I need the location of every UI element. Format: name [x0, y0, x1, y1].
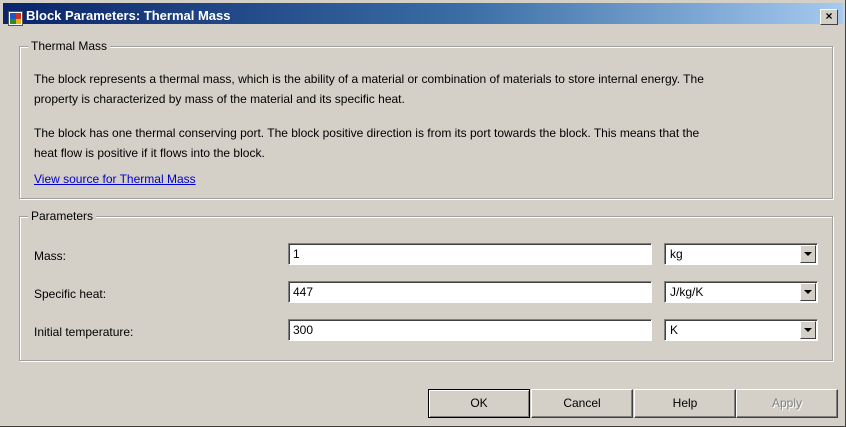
window-title: Block Parameters: Thermal Mass	[26, 8, 231, 23]
specific-heat-value: 447	[293, 285, 314, 299]
specific-heat-label: Specific heat:	[34, 287, 107, 301]
description-line-4: heat flow is positive if it flows into t…	[34, 146, 265, 160]
help-button-label: Help	[672, 396, 698, 410]
mass-unit-value: kg	[670, 247, 683, 261]
description-line-1: The block represents a thermal mass, whi…	[34, 72, 704, 86]
mass-unit-dropdown[interactable]: kg	[664, 243, 818, 265]
mass-input[interactable]: 1	[288, 243, 652, 265]
ok-button[interactable]: OK	[428, 389, 530, 418]
specific-heat-input[interactable]: 447	[288, 281, 652, 303]
description-group-title: Thermal Mass	[28, 39, 111, 53]
view-source-link[interactable]: View source for Thermal Mass	[34, 172, 196, 186]
initial-temperature-label: Initial temperature:	[34, 325, 134, 339]
description-line-3: The block has one thermal conserving por…	[34, 126, 700, 140]
ok-button-label: OK	[470, 396, 488, 410]
specific-heat-unit-value: J/kg/K	[670, 285, 704, 299]
chevron-down-icon[interactable]	[800, 245, 816, 263]
simulink-block-icon	[8, 11, 23, 26]
help-button[interactable]: Help	[634, 389, 736, 418]
cancel-button-label: Cancel	[563, 396, 601, 410]
cancel-button[interactable]: Cancel	[531, 389, 633, 418]
chevron-down-icon[interactable]	[800, 283, 816, 301]
mass-value: 1	[293, 247, 300, 261]
apply-button-label: Apply	[771, 396, 803, 410]
initial-temperature-unit-value: K	[670, 323, 679, 337]
specific-heat-unit-dropdown[interactable]: J/kg/K	[664, 281, 818, 303]
close-icon: ×	[825, 9, 833, 23]
parameters-group-title: Parameters	[28, 209, 97, 223]
description-line-2: property is characterized by mass of the…	[34, 92, 405, 106]
chevron-down-icon[interactable]	[800, 321, 816, 339]
initial-temperature-unit-dropdown[interactable]: K	[664, 319, 818, 341]
close-button[interactable]: ×	[820, 9, 838, 25]
initial-temperature-value: 300	[293, 323, 314, 337]
block-parameters-dialog: Block Parameters: Thermal Mass × Thermal…	[0, 0, 846, 427]
mass-label: Mass:	[34, 249, 67, 263]
apply-button: Apply	[736, 389, 838, 418]
initial-temperature-input[interactable]: 300	[288, 319, 652, 341]
